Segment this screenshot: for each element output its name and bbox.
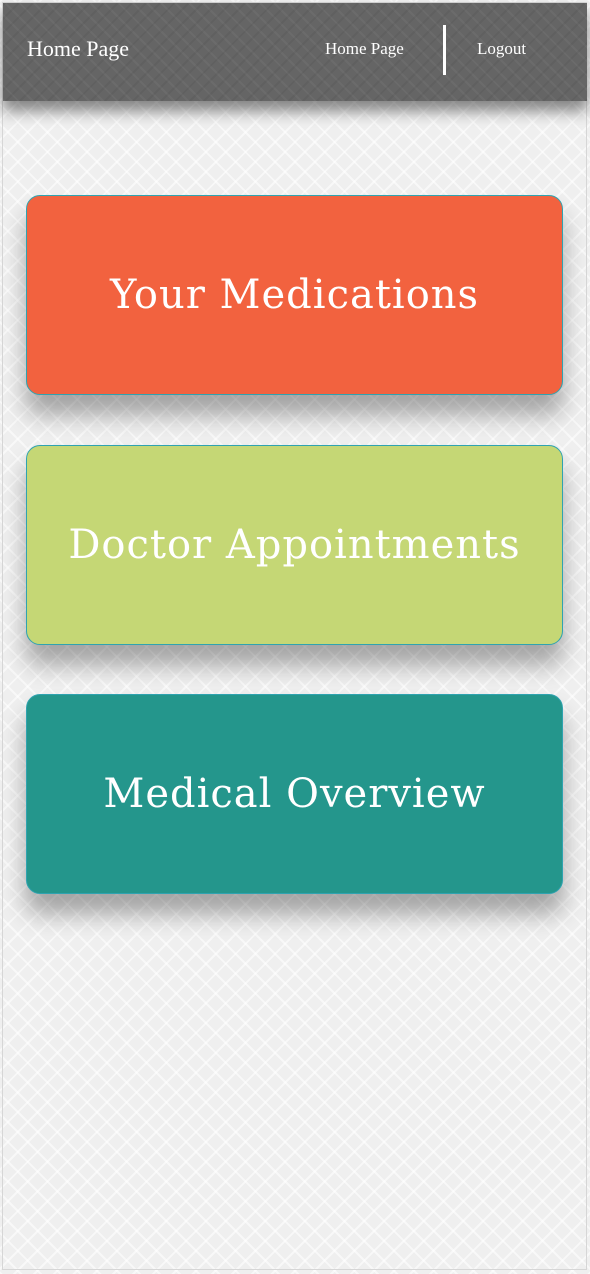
- nav-divider: [443, 25, 446, 75]
- medications-card[interactable]: Your Medications: [26, 195, 563, 395]
- navbar: Home Page Home Page Logout: [3, 3, 587, 101]
- appointments-card[interactable]: Doctor Appointments: [26, 445, 563, 645]
- nav-link-home[interactable]: Home Page: [325, 38, 404, 60]
- medications-card-label: Your Medications: [109, 272, 480, 318]
- brand-title[interactable]: Home Page: [27, 35, 129, 63]
- nav-link-logout[interactable]: Logout: [477, 38, 526, 60]
- medical-overview-card[interactable]: Medical Overview: [26, 694, 563, 894]
- appointments-card-label: Doctor Appointments: [68, 522, 521, 568]
- medical-overview-card-label: Medical Overview: [103, 771, 486, 817]
